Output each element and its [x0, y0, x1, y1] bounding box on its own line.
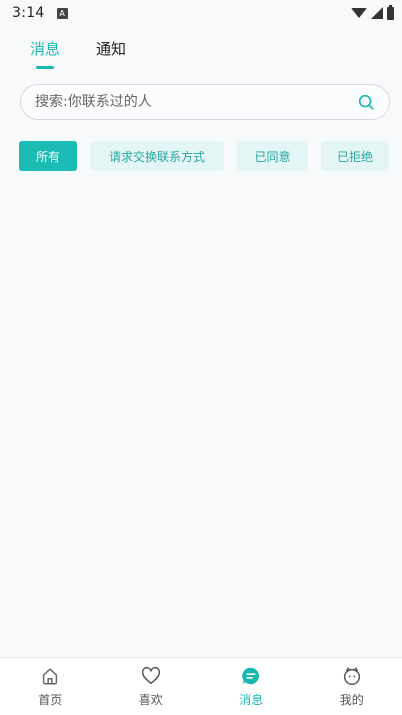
filter-exchange-request-button[interactable]: 请求交换联系方式 [90, 141, 224, 171]
profile-icon [343, 667, 360, 685]
tab-messages[interactable]: 消息 [30, 38, 60, 59]
filter-rejected-button[interactable]: 已拒绝 [321, 141, 389, 171]
nav-like[interactable]: 喜欢 [101, 658, 202, 715]
heart-icon [141, 666, 160, 685]
bottom-nav: 首页 喜欢 消息 我的 [0, 657, 402, 715]
search-icon[interactable] [357, 93, 375, 111]
nav-home-label: 首页 [38, 693, 63, 707]
nav-like-label: 喜欢 [138, 693, 163, 707]
status-time: 3:14 [12, 5, 45, 21]
message-icon [242, 667, 260, 685]
nav-messages[interactable]: 消息 [201, 658, 302, 715]
status-bar: 3:14 A [0, 0, 402, 26]
nav-profile-label: 我的 [339, 693, 364, 707]
nav-profile[interactable]: 我的 [302, 658, 402, 715]
filter-agreed-button[interactable]: 已同意 [237, 141, 308, 171]
battery-icon [387, 4, 394, 20]
status-indicators [351, 4, 394, 20]
top-tabs: 消息 通知 [30, 38, 126, 59]
signal-icon [371, 7, 383, 19]
wifi-icon [351, 8, 367, 18]
messages-screen: 3:14 A 消息 通知 所有 请求交换联系方式 已同意 已拒绝 首页 [0, 0, 402, 715]
home-icon [43, 668, 58, 685]
nav-home[interactable]: 首页 [0, 658, 101, 715]
filter-chips: 所有 请求交换联系方式 已同意 已拒绝 [19, 141, 389, 171]
notification-a-icon: A [56, 7, 68, 19]
tab-notifications[interactable]: 通知 [96, 38, 126, 59]
nav-messages-label: 消息 [239, 693, 264, 707]
search-bar[interactable] [20, 84, 390, 120]
search-input[interactable] [35, 94, 357, 110]
filter-all-button[interactable]: 所有 [19, 141, 77, 171]
